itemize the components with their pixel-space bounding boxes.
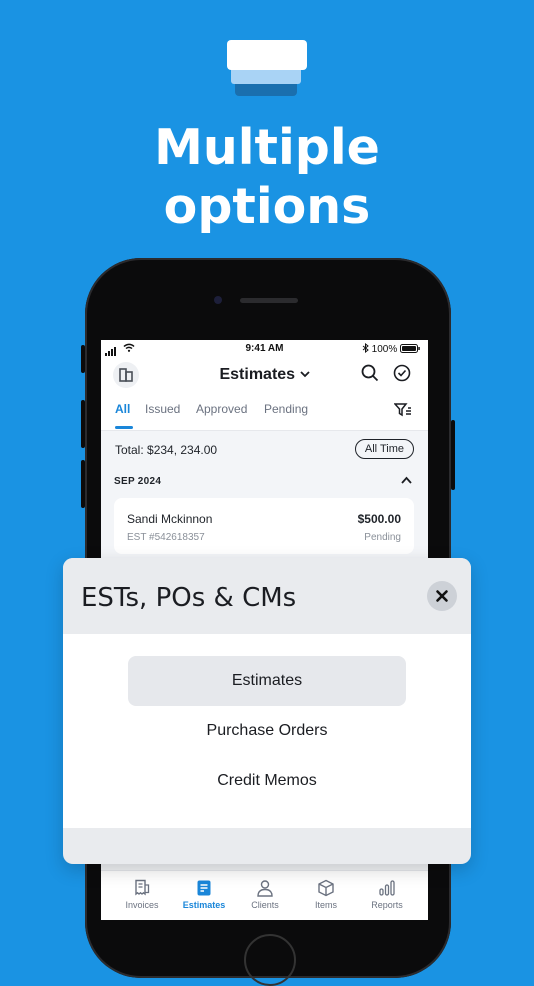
bottom-nav: Invoices Estimates Clients Items Reports <box>101 870 428 920</box>
nav-clients[interactable]: Clients <box>235 879 295 910</box>
sheet-title: ESTs, POs & CMs <box>81 583 297 613</box>
nav-label: Clients <box>251 900 279 910</box>
option-estimates[interactable]: Estimates <box>128 656 406 706</box>
client-name: Sandi Mckinnon <box>127 512 213 526</box>
sheet-header: ESTs, POs & CMs <box>63 558 471 634</box>
chevron-up-icon[interactable] <box>401 476 412 484</box>
nav-invoices[interactable]: Invoices <box>112 879 172 910</box>
status-tabs: All Issued Approved Pending <box>101 402 428 430</box>
person-icon <box>257 880 273 897</box>
front-camera <box>214 296 222 304</box>
status-badge: Pending <box>364 532 401 543</box>
bluetooth-icon <box>362 342 369 354</box>
total-summary-bar: Total: $234, 234.00 All Time <box>101 430 428 469</box>
total-amount: Total: $234, 234.00 <box>115 443 218 457</box>
home-button <box>244 934 296 986</box>
active-tab-indicator <box>115 426 133 429</box>
estimate-amount: $500.00 <box>357 512 401 526</box>
phone-volume-up-button <box>81 400 85 448</box>
estimate-number: EST #542618357 <box>127 532 205 543</box>
phone-power-button <box>451 420 455 490</box>
tab-all[interactable]: All <box>115 402 130 416</box>
battery-indicator: 100% <box>362 342 420 355</box>
search-icon[interactable] <box>361 364 379 382</box>
earpiece-speaker <box>240 298 298 303</box>
battery-icon <box>400 344 420 353</box>
tab-approved[interactable]: Approved <box>196 402 247 416</box>
close-button[interactable] <box>427 581 457 611</box>
nav-label: Items <box>314 900 337 910</box>
close-icon <box>436 590 448 602</box>
chevron-down-icon <box>299 371 310 378</box>
filter-icon[interactable] <box>394 402 412 418</box>
nav-reports[interactable]: Reports <box>357 879 417 910</box>
list-item[interactable]: Sandi Mckinnon $500.00 EST #542618357 Pe… <box>114 498 414 554</box>
time-filter-button[interactable]: All Time <box>354 439 414 459</box>
headline-line-1: Multiple <box>154 119 380 176</box>
document-type-sheet: ESTs, POs & CMs Estimates Purchase Order… <box>63 558 471 864</box>
nav-items[interactable]: Items <box>296 879 356 910</box>
tab-pending[interactable]: Pending <box>264 402 308 416</box>
bar-chart-icon <box>379 880 395 896</box>
tab-issued[interactable]: Issued <box>145 402 180 416</box>
month-section-header: SEP 2024 <box>114 476 162 487</box>
layers-icon <box>227 40 307 98</box>
nav-label: Invoices <box>125 900 159 910</box>
headline: Multiple options <box>0 118 534 236</box>
nav-estimates[interactable]: Estimates <box>174 879 234 910</box>
box-icon <box>318 879 334 897</box>
status-bar: 9:41 AM 100% <box>101 340 428 358</box>
nav-label: Estimates <box>182 900 226 910</box>
phone-volume-down-button <box>81 460 85 508</box>
option-purchase-orders[interactable]: Purchase Orders <box>128 706 406 756</box>
sheet-options: Estimates Purchase Orders Credit Memos <box>63 634 471 828</box>
headline-line-2: options <box>163 178 371 235</box>
option-credit-memos[interactable]: Credit Memos <box>128 756 406 806</box>
phone-mute-button <box>81 345 85 373</box>
select-check-icon[interactable] <box>393 364 411 382</box>
battery-percent: 100% <box>371 344 398 355</box>
estimate-icon <box>197 880 211 896</box>
page-title: Estimates <box>219 366 296 383</box>
invoice-icon <box>135 879 150 896</box>
app-header: Estimates <box>101 360 428 392</box>
nav-label: Reports <box>371 900 403 910</box>
